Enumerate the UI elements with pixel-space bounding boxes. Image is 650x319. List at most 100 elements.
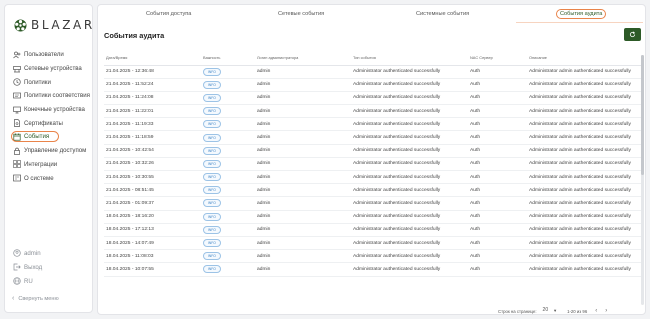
column-header-description[interactable]: Описание	[527, 51, 642, 66]
scrollbar-thumb[interactable]	[641, 55, 644, 175]
cell-severity: INFO	[201, 196, 255, 211]
cell-datetime: 21.04.2025 - 12:36:48	[104, 65, 201, 79]
globe-icon	[13, 277, 21, 285]
cell-severity: INFO	[201, 157, 255, 172]
cell-nac-server: Auth	[468, 104, 527, 119]
chevron-left-icon: ‹	[12, 295, 15, 302]
cell-nac-server: Auth	[468, 78, 527, 92]
table-row[interactable]: 18.04.2025 - 14:07:49 INFO admin Administra…	[104, 236, 642, 251]
cell-event-type: Administrator authenticated successfully	[351, 196, 468, 211]
table-row[interactable]: 18.04.2025 - 17:12:13 INFO admin Administra…	[104, 223, 642, 237]
table-row[interactable]: 18.04.2025 - 11:08:03 INFO admin Administra…	[104, 249, 642, 264]
severity-badge: INFO	[203, 225, 221, 234]
refresh-button[interactable]	[624, 28, 641, 41]
table-row[interactable]: 18.04.2025 - 10:07:55 INFO admin Administra…	[104, 262, 642, 277]
severity-badge: INFO	[203, 199, 221, 208]
cell-severity: INFO	[201, 117, 255, 132]
tab-network-events[interactable]: Сетевые события	[278, 11, 324, 17]
cell-datetime: 18.04.2025 - 17:12:13	[104, 223, 201, 237]
tab-system-events[interactable]: Системные события	[416, 11, 469, 17]
collapse-menu-button[interactable]: ‹ Свернуть меню	[12, 295, 59, 302]
sidebar-item-certificates[interactable]: Сертификаты	[11, 116, 91, 130]
compliance-policy-icon	[13, 92, 21, 100]
cell-nac-server: Auth	[468, 210, 527, 224]
next-page-button[interactable]: ›	[605, 308, 607, 314]
cell-nac-server: Auth	[468, 249, 527, 264]
sidebar-item-compliance[interactable]: Политики соответствия	[11, 89, 91, 103]
user-profile[interactable]: admin	[11, 246, 91, 260]
tab-access-events[interactable]: События доступа	[146, 11, 191, 17]
sidebar-item-endpoints[interactable]: Конечные устройства	[11, 103, 91, 117]
rows-per-page-label: Строк на странице:	[498, 308, 537, 314]
table-row[interactable]: 21.04.2025 - 11:52:24 INFO admin Administra…	[104, 78, 642, 92]
severity-badge: INFO	[203, 265, 221, 274]
cell-description: Administrator admin authenticated succes…	[527, 91, 642, 106]
cell-admin-login: admin	[255, 170, 351, 185]
pagination-range: 1-20 из 96	[567, 308, 588, 314]
prev-page-button[interactable]: ‹	[595, 308, 597, 314]
severity-badge: INFO	[203, 133, 221, 142]
logout-button[interactable]: Выход	[11, 260, 91, 274]
sidebar-item-events[interactable]: События	[11, 130, 91, 144]
cell-severity: INFO	[201, 183, 255, 198]
sidebar-item-users[interactable]: Пользователи	[11, 48, 91, 62]
table-row[interactable]: 21.04.2025 - 10:32:26 INFO admin Administra…	[104, 157, 642, 172]
cell-nac-server: Auth	[468, 196, 527, 211]
rows-per-page-select[interactable]: 20 ▼	[542, 307, 558, 314]
cell-datetime: 21.04.2025 - 08:51:45	[104, 183, 201, 198]
table-row[interactable]: 21.04.2025 - 11:22:01 INFO admin Administra…	[104, 104, 642, 119]
table-row[interactable]: 21.04.2025 - 11:19:33 INFO admin Administra…	[104, 117, 642, 132]
cell-datetime: 21.04.2025 - 10:30:55	[104, 170, 201, 185]
cell-admin-login: admin	[255, 249, 351, 264]
sidebar-item-access-control[interactable]: Управление доступом	[11, 144, 91, 158]
column-header-event-type[interactable]: Тип события	[351, 51, 468, 66]
sidebar-item-label: Политики	[24, 78, 51, 86]
tab-audit-events[interactable]: События аудита	[556, 9, 607, 19]
language-switcher[interactable]: RU	[11, 274, 91, 288]
cell-description: Administrator admin authenticated succes…	[527, 130, 642, 145]
table-row[interactable]: 21.04.2025 - 08:51:45 INFO admin Administra…	[104, 183, 642, 198]
table-header-row: Дата/Время Важность Логин администратора…	[104, 51, 642, 66]
column-header-datetime[interactable]: Дата/Время	[104, 51, 201, 66]
cell-event-type: Administrator authenticated successfully	[351, 236, 468, 251]
severity-badge: INFO	[203, 239, 221, 248]
cell-description: Administrator admin authenticated succes…	[527, 196, 642, 211]
chevron-down-icon: ▼	[553, 307, 558, 313]
cell-datetime: 21.04.2025 - 10:42:54	[104, 144, 201, 158]
table-row[interactable]: 21.04.2025 - 10:30:55 INFO admin Administra…	[104, 170, 642, 185]
table-row[interactable]: 21.04.2025 - 12:36:48 INFO admin Administra…	[104, 65, 642, 79]
column-header-admin-login[interactable]: Логин администратора	[255, 51, 351, 66]
table-row[interactable]: 21.04.2025 - 11:24:08 INFO admin Administra…	[104, 91, 642, 106]
sidebar-item-about[interactable]: О системе	[11, 171, 91, 185]
severity-badge: INFO	[203, 212, 221, 221]
column-header-nac-server[interactable]: NAC Сервер	[468, 51, 527, 66]
endpoint-icon	[13, 106, 21, 114]
table-row[interactable]: 21.04.2025 - 10:42:54 INFO admin Administra…	[104, 144, 642, 158]
cell-description: Administrator admin authenticated succes…	[527, 236, 642, 251]
column-header-severity[interactable]: Важность	[201, 51, 255, 66]
severity-badge: INFO	[203, 146, 221, 155]
users-icon	[13, 51, 21, 59]
table-row[interactable]: 21.04.2025 - 01:09:37 INFO admin Administra…	[104, 196, 642, 211]
sidebar-item-label: Пользователи	[24, 51, 64, 59]
cell-severity: INFO	[201, 210, 255, 224]
cell-severity: INFO	[201, 249, 255, 264]
cell-nac-server: Auth	[468, 157, 527, 172]
table-scrollbar[interactable]	[641, 55, 644, 305]
severity-badge: INFO	[203, 120, 221, 129]
table-row[interactable]: 18.04.2025 - 18:16:20 INFO admin Administra…	[104, 210, 642, 224]
sidebar-item-policies[interactable]: Политики	[11, 75, 91, 89]
sidebar-item-label: Интеграции	[24, 160, 58, 168]
cell-severity: INFO	[201, 130, 255, 145]
table-row[interactable]: 21.04.2025 - 11:18:59 INFO admin Administra…	[104, 130, 642, 145]
sidebar-item-label: О системе	[24, 174, 54, 182]
sidebar-item-integrations[interactable]: Интеграции	[11, 158, 91, 172]
sidebar-item-network-devices[interactable]: Сетевые устройства	[11, 62, 91, 76]
sidebar-item-label: Политики соответствия	[24, 92, 90, 100]
severity-badge: INFO	[203, 173, 221, 182]
cell-admin-login: admin	[255, 117, 351, 132]
cell-admin-login: admin	[255, 157, 351, 172]
cell-severity: INFO	[201, 65, 255, 79]
sidebar-item-label: Сетевые устройства	[24, 65, 82, 73]
cell-description: Administrator admin authenticated succes…	[527, 183, 642, 198]
